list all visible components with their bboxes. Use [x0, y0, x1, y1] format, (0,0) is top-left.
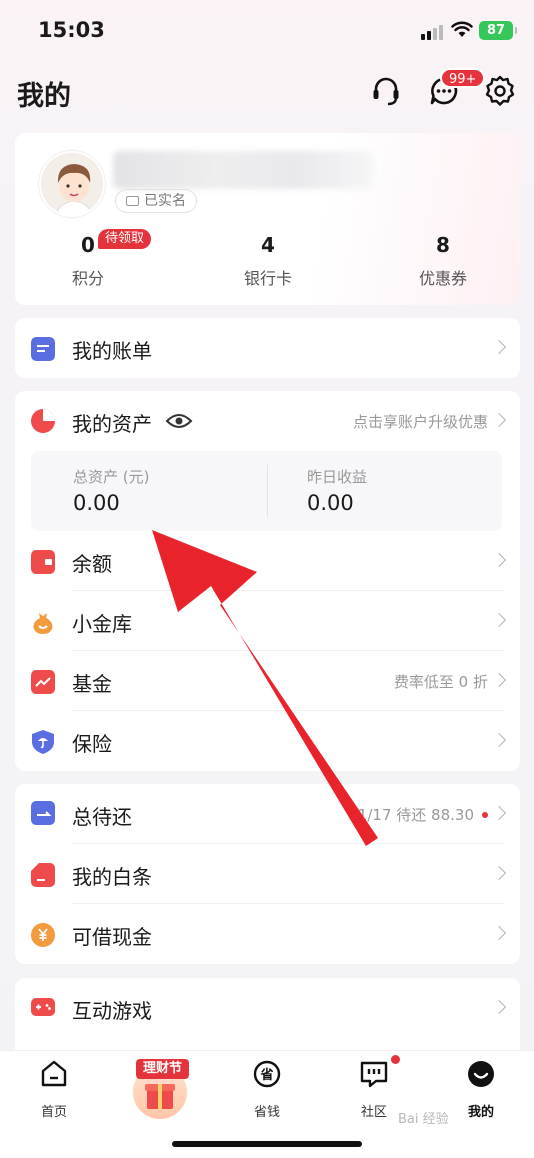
assets-card: 我的资产 点击享账户升级优惠 总资产 (元) 0.00 昨日收益 0.00 余额… — [15, 391, 520, 771]
message-badge: 99+ — [440, 68, 486, 88]
bill-icon — [31, 337, 55, 361]
profile-card: 已实名 待领取 0 积分 4 银行卡 8 优惠券 — [15, 133, 520, 305]
nav-save[interactable]: 省 省钱 — [227, 1059, 307, 1120]
chevron-right-icon — [491, 925, 507, 941]
avatar[interactable] — [39, 151, 105, 217]
nav-label: 首页 — [40, 1105, 67, 1120]
upgrade-hint: 点击享账户升级优惠 — [352, 413, 488, 431]
baitiao-label: 我的白条 — [72, 865, 152, 889]
customer-service-icon[interactable] — [369, 74, 403, 108]
due-info: 1/17 待还 88.30 — [357, 806, 474, 824]
svg-text:省: 省 — [259, 1067, 273, 1083]
total-due-row[interactable]: 总待还 1/17 待还 88.30 — [15, 784, 520, 844]
games-label: 互动游戏 — [72, 999, 152, 1023]
cash-loan-label: 可借现金 — [72, 925, 152, 949]
avatar-illustration — [41, 153, 103, 215]
assets-header-row[interactable]: 我的资产 点击享账户升级优惠 — [15, 391, 520, 451]
insurance-label: 保险 — [72, 732, 112, 756]
repayment-icon — [31, 801, 55, 825]
chevron-right-icon — [491, 805, 507, 821]
home-icon — [41, 1060, 67, 1087]
games-card: 互动游戏 — [15, 978, 520, 1058]
stat-label: 银行卡 — [243, 269, 292, 288]
watermark: Bai 经验 — [398, 1112, 449, 1127]
nav-label: 省钱 — [253, 1105, 280, 1120]
vault-row[interactable]: 小金库 — [15, 591, 520, 651]
nav-home[interactable]: 首页 — [14, 1059, 94, 1120]
yesterday-earnings-value: 0.00 — [307, 491, 354, 515]
battery-indicator: 87 — [479, 21, 517, 40]
chevron-right-icon — [491, 612, 507, 628]
baitiao-icon — [31, 863, 55, 887]
status-time: 15:03 — [38, 18, 105, 42]
signal-icon — [421, 24, 445, 40]
bill-card: 我的账单 — [15, 318, 520, 378]
fund-chart-icon — [31, 670, 55, 694]
save-money-icon: 省 — [253, 1060, 281, 1088]
stat-label: 优惠券 — [418, 269, 467, 288]
stat-value: 0 — [81, 233, 95, 257]
assets-summary[interactable]: 总资产 (元) 0.00 昨日收益 0.00 — [31, 451, 502, 531]
mine-face-icon — [468, 1061, 494, 1087]
wifi-icon — [451, 21, 473, 37]
chevron-right-icon — [491, 412, 507, 428]
money-bag-icon — [33, 613, 53, 634]
eye-icon[interactable] — [165, 411, 193, 431]
stat-coupons[interactable]: 8 优惠券 — [388, 233, 498, 289]
wallet-icon — [31, 550, 55, 574]
nav-label: 我的 — [467, 1105, 494, 1120]
id-card-icon — [126, 196, 139, 206]
stat-value: 8 — [436, 233, 450, 257]
settings-gear-icon[interactable] — [483, 74, 517, 108]
gamepad-icon — [31, 998, 55, 1016]
fund-hint: 费率低至 0 折 — [393, 673, 488, 691]
divider — [267, 465, 268, 517]
stat-label: 积分 — [71, 269, 104, 288]
credit-card: 总待还 1/17 待还 88.30 我的白条 可借现金 — [15, 784, 520, 964]
status-bar: 15:03 87 — [0, 0, 534, 60]
finance-festival-tag: 理财节 — [136, 1059, 190, 1079]
total-due-label: 总待还 — [72, 805, 132, 829]
fund-label: 基金 — [72, 672, 112, 696]
chevron-right-icon — [491, 999, 507, 1015]
chevron-right-icon — [491, 672, 507, 688]
stat-points[interactable]: 0 积分 — [33, 233, 143, 289]
pie-chart-icon — [31, 409, 55, 433]
notification-dot — [482, 812, 488, 818]
vault-label: 小金库 — [72, 612, 132, 636]
chevron-right-icon — [491, 865, 507, 881]
assets-label: 我的资产 — [72, 412, 152, 436]
total-assets-value: 0.00 — [73, 491, 120, 515]
verified-badge[interactable]: 已实名 — [115, 189, 197, 213]
chevron-right-icon — [491, 732, 507, 748]
stat-value: 4 — [261, 233, 275, 257]
chevron-right-icon — [491, 552, 507, 568]
insurance-row[interactable]: 保险 — [15, 711, 520, 771]
home-indicator — [172, 1141, 362, 1147]
username-blurred — [113, 151, 373, 189]
chevron-right-icon — [491, 339, 507, 355]
stat-bank-cards[interactable]: 4 银行卡 — [213, 233, 323, 289]
verified-label: 已实名 — [144, 193, 186, 209]
cash-loan-row[interactable]: 可借现金 — [15, 904, 520, 964]
total-assets-label: 总资产 (元) — [73, 468, 150, 486]
balance-row[interactable]: 余额 — [15, 531, 520, 591]
balance-label: 余额 — [72, 552, 112, 576]
page-title: 我的 — [17, 81, 71, 112]
notification-dot — [391, 1055, 400, 1064]
yuan-coin-icon — [31, 923, 55, 947]
shield-umbrella-icon — [32, 730, 54, 754]
yesterday-earnings-label: 昨日收益 — [307, 468, 368, 486]
nav-mine[interactable]: 我的 — [441, 1059, 521, 1120]
bill-row[interactable]: 我的账单 — [15, 318, 520, 378]
games-row[interactable]: 互动游戏 — [15, 978, 520, 1038]
community-chat-icon — [360, 1061, 388, 1088]
fund-row[interactable]: 基金 费率低至 0 折 — [15, 651, 520, 711]
bill-label: 我的账单 — [72, 339, 152, 363]
baitiao-row[interactable]: 我的白条 — [15, 844, 520, 904]
